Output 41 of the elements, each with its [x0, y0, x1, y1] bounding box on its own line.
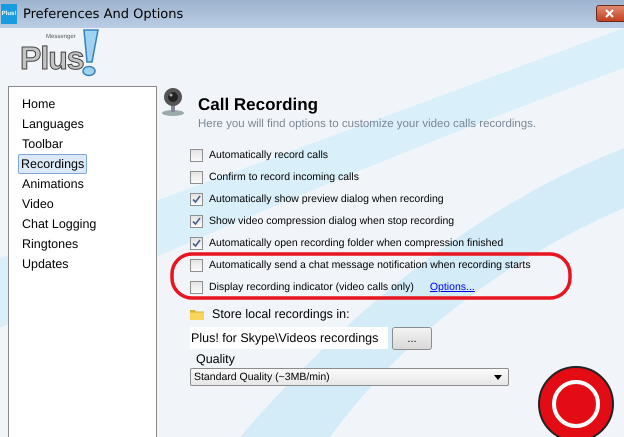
- option-label: Confirm to record incoming calls: [209, 171, 359, 183]
- sidebar-item[interactable]: Chat Logging: [19, 214, 100, 234]
- logo-text: Plus: [20, 40, 84, 77]
- browse-button[interactable]: ...: [392, 327, 432, 350]
- option-label: Automatically record calls: [209, 149, 328, 161]
- sidebar-item[interactable]: Updates: [19, 254, 72, 274]
- quality-dropdown[interactable]: Standard Quality (~3MB/min): [190, 368, 509, 386]
- sidebar-item[interactable]: Animations: [19, 174, 87, 194]
- option-label: Automatically send a chat message notification when recording starts: [209, 259, 531, 271]
- sidebar-item[interactable]: Ringtones: [19, 234, 82, 254]
- checkmark-icon: [192, 238, 201, 248]
- dropdown-caret-icon: [494, 374, 502, 380]
- checkmark-icon: [192, 194, 201, 204]
- path-field[interactable]: Plus! for Skype\Videos recordings: [190, 327, 388, 349]
- checkbox[interactable]: [190, 148, 203, 162]
- checkbox[interactable]: [190, 236, 203, 250]
- checkmark-icon: [192, 216, 201, 226]
- sidebar-item[interactable]: Recordings: [18, 154, 88, 174]
- sidebar-item[interactable]: Home: [19, 94, 58, 114]
- checkbox[interactable]: [190, 280, 203, 294]
- sidebar-item[interactable]: Toolbar: [19, 134, 66, 154]
- options-link[interactable]: Options...: [430, 281, 475, 293]
- window-title: Preferences And Options: [23, 6, 184, 22]
- sidebar-item[interactable]: Languages: [19, 114, 87, 134]
- sidebar-item[interactable]: Video: [19, 194, 57, 214]
- checkbox[interactable]: [190, 192, 203, 206]
- option-label: Automatically open recording folder when compression finished: [209, 237, 504, 249]
- checkbox[interactable]: [190, 170, 203, 184]
- option-label: Automatically show preview dialog when recording: [209, 193, 444, 205]
- section-description: Here you will find options to customize your video calls recordings.: [198, 118, 536, 130]
- close-icon: [605, 9, 614, 18]
- option-label: Display recording indicator (video calls only): [209, 281, 414, 293]
- webcam-icon: [160, 86, 186, 116]
- section-title: Call Recording: [198, 95, 319, 115]
- option-label: Show video compression dialog when stop recording: [209, 215, 454, 227]
- storage-label: Store local recordings in:: [212, 307, 350, 321]
- record-button[interactable]: [537, 365, 615, 437]
- folder-icon: [190, 308, 204, 320]
- quality-label: Quality: [196, 352, 236, 366]
- checkbox[interactable]: [190, 258, 203, 272]
- checkbox[interactable]: [190, 214, 203, 228]
